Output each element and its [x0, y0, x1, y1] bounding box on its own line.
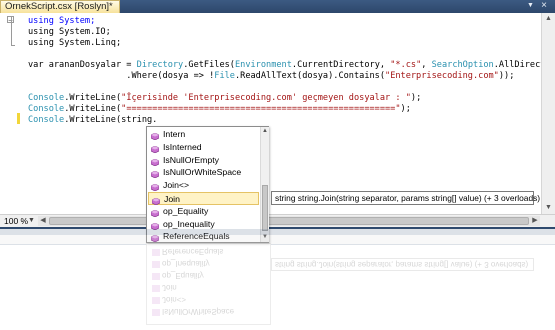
completion-item[interactable]: ReferenceEquals — [148, 230, 259, 243]
changed-line-marker — [17, 113, 20, 124]
reflection-method-icon — [152, 285, 160, 292]
document-tab-label: OrnekScript.csx [Roslyn]* — [5, 1, 113, 12]
zoom-dropdown-icon[interactable]: ▼ — [28, 216, 35, 226]
scroll-up-icon[interactable]: ▲ — [542, 13, 555, 25]
reflection-decoration: string string.Join(string separator, par… — [0, 229, 555, 330]
completion-item-label: ReferenceEquals — [163, 231, 230, 242]
reflection-item-label: IsNullOrWhiteSpace — [162, 307, 235, 316]
editor-status-bar: 100 % ▼ ◀ ▶ — [0, 214, 555, 227]
completion-item[interactable]: IsNullOrWhiteSpace — [148, 166, 259, 179]
completion-item-label: IsInterned — [163, 141, 202, 152]
intellisense-list[interactable]: Intern IsInterned IsNullOrEmpty IsNullOrWhi… — [146, 126, 269, 243]
reflection-item-label: Join<> — [162, 295, 187, 304]
reflection-item-label: op_Inequality — [162, 259, 210, 268]
reflection-method-icon — [152, 273, 160, 280]
completion-scrollbar[interactable]: ▲ ▼ — [260, 127, 269, 242]
completion-item-label: Join<> — [163, 180, 190, 191]
code-line-3[interactable]: using System.Linq; — [28, 38, 121, 49]
scroll-left-icon[interactable]: ◀ — [38, 216, 48, 226]
completion-item-label: op_Inequality — [163, 218, 215, 229]
method-icon — [150, 144, 160, 154]
tab-strip: OrnekScript.csx [Roslyn]* ▼ × — [0, 0, 555, 13]
reflection-method-icon — [152, 309, 160, 316]
scroll-down-icon[interactable]: ▼ — [261, 233, 269, 242]
scroll-down-icon[interactable]: ▼ — [542, 202, 555, 214]
tab-dropdown-icon[interactable]: ▼ — [526, 1, 535, 11]
method-icon — [150, 233, 160, 243]
completion-item-label: IsNullOrEmpty — [163, 154, 219, 165]
reflection-method-icon — [152, 249, 160, 256]
reflection-method-icon — [152, 297, 160, 304]
method-icon — [150, 208, 160, 218]
document-tab[interactable]: OrnekScript.csx [Roslyn]* — [0, 0, 120, 13]
scroll-up-icon[interactable]: ▲ — [261, 127, 269, 136]
outline-guide — [11, 16, 12, 45]
completion-item-label: Intern — [163, 129, 186, 139]
completion-item-label: IsNullOrWhiteSpace — [163, 167, 242, 178]
completion-item[interactable]: IsNullOrEmpty — [148, 154, 259, 167]
completion-item[interactable]: op_Equality — [148, 205, 259, 218]
reflection-item-label: Join — [162, 283, 177, 292]
completion-item[interactable]: Join — [148, 192, 259, 206]
reflection-item-label: op_Equality — [162, 271, 204, 280]
completion-item[interactable]: IsInterned — [148, 141, 259, 154]
code-line-1[interactable]: using System; — [28, 16, 95, 27]
reflection-tooltip: string string.Join(string separator, par… — [271, 258, 534, 271]
horizontal-scrollbar[interactable]: ◀ ▶ — [38, 216, 540, 226]
code-line-8[interactable]: Console.WriteLine("İçerisinde 'Enterpris… — [28, 93, 421, 104]
scroll-right-icon[interactable]: ▶ — [530, 216, 540, 226]
code-line-9[interactable]: Console.WriteLine("=====================… — [28, 104, 411, 115]
tab-close-icon[interactable]: × — [539, 0, 549, 12]
method-icon — [150, 182, 160, 192]
method-icon — [151, 196, 161, 206]
method-icon — [150, 221, 160, 230]
completion-item[interactable]: Intern — [148, 128, 259, 141]
code-line-6[interactable]: .Where(dosya => !File.ReadAllText(dosya)… — [28, 71, 514, 82]
outline-guide-end — [11, 45, 15, 46]
completion-item[interactable]: Join<> — [148, 179, 259, 192]
vertical-scrollbar[interactable]: ▲ ▼ — [541, 13, 555, 214]
method-icon — [150, 157, 160, 166]
code-line-10[interactable]: Console.WriteLine(string. — [28, 115, 157, 126]
zoom-level[interactable]: 100 % — [4, 216, 28, 226]
code-line-2[interactable]: using System.IO; — [28, 27, 111, 38]
signature-tooltip: string string.Join(string separator, par… — [271, 191, 540, 205]
code-editor[interactable]: − using System; using System.IO; using S… — [0, 13, 555, 214]
code-line-5[interactable]: var arananDosyalar = Directory.GetFiles(… — [28, 60, 555, 71]
completion-item[interactable]: op_Inequality — [148, 218, 259, 231]
horizontal-scroll-thumb[interactable] — [49, 217, 529, 225]
completion-scroll-thumb[interactable] — [262, 185, 268, 231]
reflection-method-icon — [152, 261, 160, 268]
reflection-item-label: ReferenceEquals — [162, 247, 224, 256]
method-icon — [150, 169, 160, 179]
completion-item-label: op_Equality — [163, 205, 209, 216]
method-icon — [150, 131, 160, 141]
